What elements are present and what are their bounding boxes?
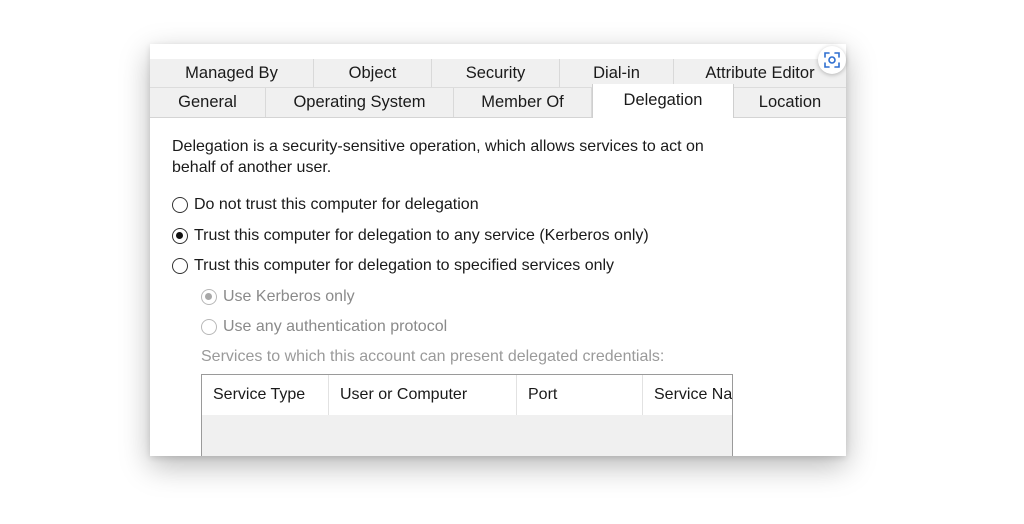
- radio-circle-checked[interactable]: [172, 228, 188, 244]
- properties-dialog: Managed By Object Security Dial-in Attri…: [150, 44, 846, 456]
- radio-circle-checked[interactable]: [201, 289, 217, 305]
- delegation-panel: Delegation is a security-sensitive opera…: [150, 118, 846, 456]
- radio-any-service[interactable]: Trust this computer for delegation to an…: [172, 227, 649, 245]
- radio-circle[interactable]: [201, 319, 217, 335]
- tab-operating-system[interactable]: Operating System: [266, 88, 454, 117]
- tab-security[interactable]: Security: [432, 59, 560, 87]
- services-list-label: Services to which this account can prese…: [201, 348, 665, 365]
- radio-specified-services[interactable]: Trust this computer for delegation to sp…: [172, 257, 614, 275]
- tab-row-back: Managed By Object Security Dial-in Attri…: [150, 59, 846, 88]
- delegation-description: Delegation is a security-sensitive opera…: [172, 138, 704, 176]
- column-user-or-computer[interactable]: User or Computer: [329, 375, 517, 415]
- tab-dial-in[interactable]: Dial-in: [560, 59, 674, 87]
- column-service-name[interactable]: Service Na: [643, 375, 732, 415]
- tab-general[interactable]: General: [150, 88, 266, 117]
- column-service-type[interactable]: Service Type: [202, 375, 329, 415]
- radio-any-service-label: Trust this computer for delegation to an…: [194, 227, 649, 244]
- tab-location[interactable]: Location: [734, 88, 846, 117]
- tab-member-of[interactable]: Member Of: [454, 88, 592, 117]
- tab-object[interactable]: Object: [314, 59, 432, 87]
- services-list-header: Service Type User or Computer Port Servi…: [202, 375, 732, 415]
- radio-circle[interactable]: [172, 197, 188, 213]
- radio-kerberos-only-label: Use Kerberos only: [223, 288, 355, 305]
- screen-capture-icon[interactable]: [818, 46, 846, 74]
- radio-kerberos-only[interactable]: Use Kerberos only: [201, 288, 355, 306]
- services-list[interactable]: Service Type User or Computer Port Servi…: [201, 374, 733, 456]
- radio-specified-services-label: Trust this computer for delegation to sp…: [194, 257, 615, 274]
- radio-circle[interactable]: [172, 258, 188, 274]
- tab-delegation[interactable]: Delegation: [592, 84, 734, 118]
- tab-row-front: General Operating System Member Of Deleg…: [150, 84, 846, 118]
- screen-capture-icon-glyph: [824, 52, 840, 68]
- radio-no-trust-label: Do not trust this computer for delegatio…: [194, 196, 479, 213]
- radio-any-protocol-label: Use any authentication protocol: [223, 318, 448, 335]
- tab-managed-by[interactable]: Managed By: [150, 59, 314, 87]
- radio-any-protocol[interactable]: Use any authentication protocol: [201, 318, 447, 336]
- radio-no-trust[interactable]: Do not trust this computer for delegatio…: [172, 196, 479, 214]
- column-port[interactable]: Port: [517, 375, 643, 415]
